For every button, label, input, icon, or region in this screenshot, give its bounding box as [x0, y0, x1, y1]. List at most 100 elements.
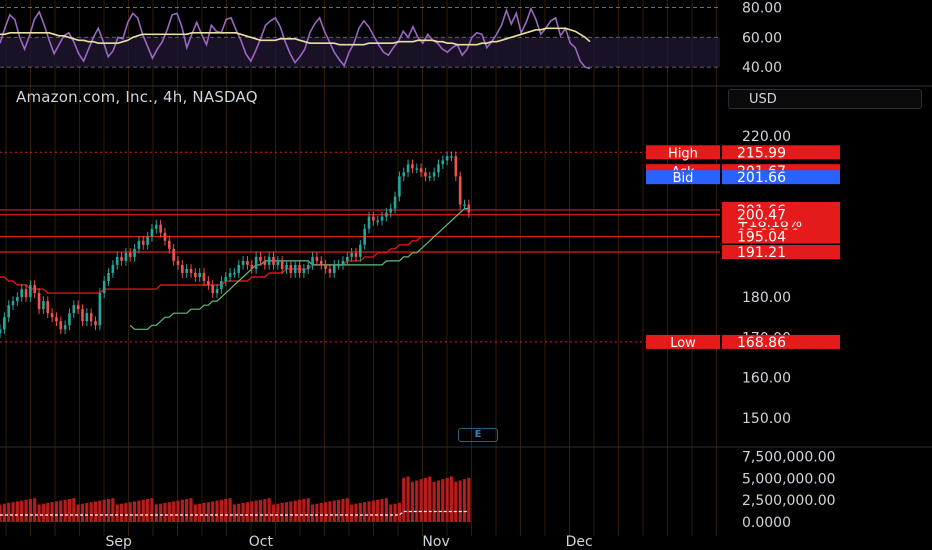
- candle-body: [141, 240, 145, 245]
- candle-body: [341, 260, 345, 265]
- candle-body: [137, 240, 141, 249]
- volume-bar: [89, 502, 93, 522]
- volume-bar: [132, 501, 137, 522]
- chart-canvas[interactable]: 80.0060.0040.00220.00210.00180.00170.001…: [0, 0, 932, 550]
- candle-body: [437, 164, 440, 173]
- candle-body: [259, 256, 262, 261]
- candle-body: [441, 160, 445, 165]
- candle-body: [224, 276, 228, 282]
- volume-bar: [332, 500, 336, 522]
- candle-body: [359, 244, 362, 257]
- x-axis-label: Dec: [566, 534, 593, 550]
- candle-body: [411, 164, 414, 169]
- candle-body: [302, 268, 306, 273]
- candle-body: [367, 216, 371, 229]
- volume-bar: [397, 502, 401, 522]
- volume-bar: [315, 503, 319, 522]
- high-label-name: High: [668, 146, 698, 161]
- volume-bar: [41, 503, 46, 522]
- candle-body: [376, 220, 379, 223]
- low-label-name: Low: [670, 336, 696, 351]
- volume-bar: [67, 498, 72, 522]
- candle-body: [181, 264, 184, 273]
- candle-body: [263, 260, 267, 265]
- volume-bar: [215, 500, 219, 522]
- candle-body: [124, 252, 128, 261]
- volume-bar: [2, 503, 6, 522]
- volume-bar: [106, 498, 111, 522]
- volume-y-tick-label: 5,000,000.00: [742, 471, 836, 487]
- high-label-value: 215.99: [737, 145, 786, 161]
- candle-body: [402, 172, 406, 177]
- candle-body: [29, 285, 32, 298]
- volume-bar: [206, 502, 210, 522]
- candle-body: [419, 168, 423, 173]
- candle-body: [363, 228, 366, 245]
- volume-bar: [63, 499, 67, 522]
- candle-body: [306, 264, 310, 269]
- volume-bar: [280, 502, 284, 522]
- volume-bar: [306, 498, 310, 522]
- volume-bar: [98, 500, 102, 522]
- candle-body: [372, 216, 375, 221]
- candle-body: [254, 256, 258, 269]
- volume-bar: [462, 479, 467, 522]
- candle-body: [115, 256, 119, 265]
- volume-bar: [345, 498, 349, 522]
- candle-body: [207, 281, 210, 286]
- volume-bar: [341, 498, 345, 522]
- level-200-value: 200.47: [737, 208, 786, 224]
- volume-bar: [350, 504, 354, 522]
- candle-body: [85, 313, 89, 322]
- candle-body: [354, 252, 358, 257]
- volume-bar: [454, 481, 458, 522]
- volume-bar: [328, 501, 332, 522]
- volume-y-tick-label: 0.0000: [742, 515, 791, 531]
- volume-bar: [258, 499, 263, 522]
- volume-bar: [376, 499, 380, 522]
- x-axis-label: Nov: [422, 534, 449, 550]
- candle-body: [11, 301, 15, 306]
- candle-body: [285, 264, 288, 269]
- level-195-value: 195.04: [737, 230, 786, 246]
- volume-bar: [245, 502, 250, 522]
- candle-body: [0, 329, 2, 334]
- volume-bar: [337, 499, 341, 522]
- volume-bar: [172, 501, 176, 522]
- low-label-value: 168.86: [737, 335, 786, 351]
- earnings-marker-button[interactable]: E: [458, 428, 498, 442]
- candle-body: [3, 317, 6, 330]
- candle-body: [267, 256, 271, 265]
- candle-body: [393, 196, 397, 209]
- candle-body: [276, 260, 280, 265]
- candle-body: [463, 204, 466, 207]
- candle-body: [107, 272, 110, 282]
- volume-bar: [46, 502, 50, 522]
- volume-bar: [410, 481, 415, 522]
- rsi-y-tick-label: 80.00: [742, 0, 782, 16]
- volume-bar: [154, 504, 158, 522]
- candle-body: [398, 176, 401, 197]
- price-y-tick-label: 180.00: [742, 290, 791, 306]
- volume-bar: [284, 502, 289, 522]
- volume-bar: [445, 477, 449, 522]
- volume-bar: [389, 504, 393, 522]
- currency-selector[interactable]: USD: [728, 89, 922, 109]
- volume-bar: [380, 498, 384, 522]
- volume-bar: [50, 502, 54, 522]
- volume-bar: [415, 480, 419, 522]
- candle-body: [176, 260, 180, 265]
- candle-body: [50, 313, 54, 318]
- volume-bar: [80, 503, 85, 522]
- volume-bar: [198, 503, 202, 522]
- candle-body: [337, 264, 340, 267]
- candle-body: [311, 256, 314, 265]
- candle-body: [450, 156, 453, 158]
- candle-body: [76, 305, 80, 310]
- volume-bar: [384, 498, 388, 522]
- volume-bar: [115, 504, 119, 522]
- candle-body: [172, 248, 175, 261]
- volume-bar: [393, 503, 397, 522]
- volume-bar: [20, 500, 24, 522]
- volume-bar: [219, 499, 223, 522]
